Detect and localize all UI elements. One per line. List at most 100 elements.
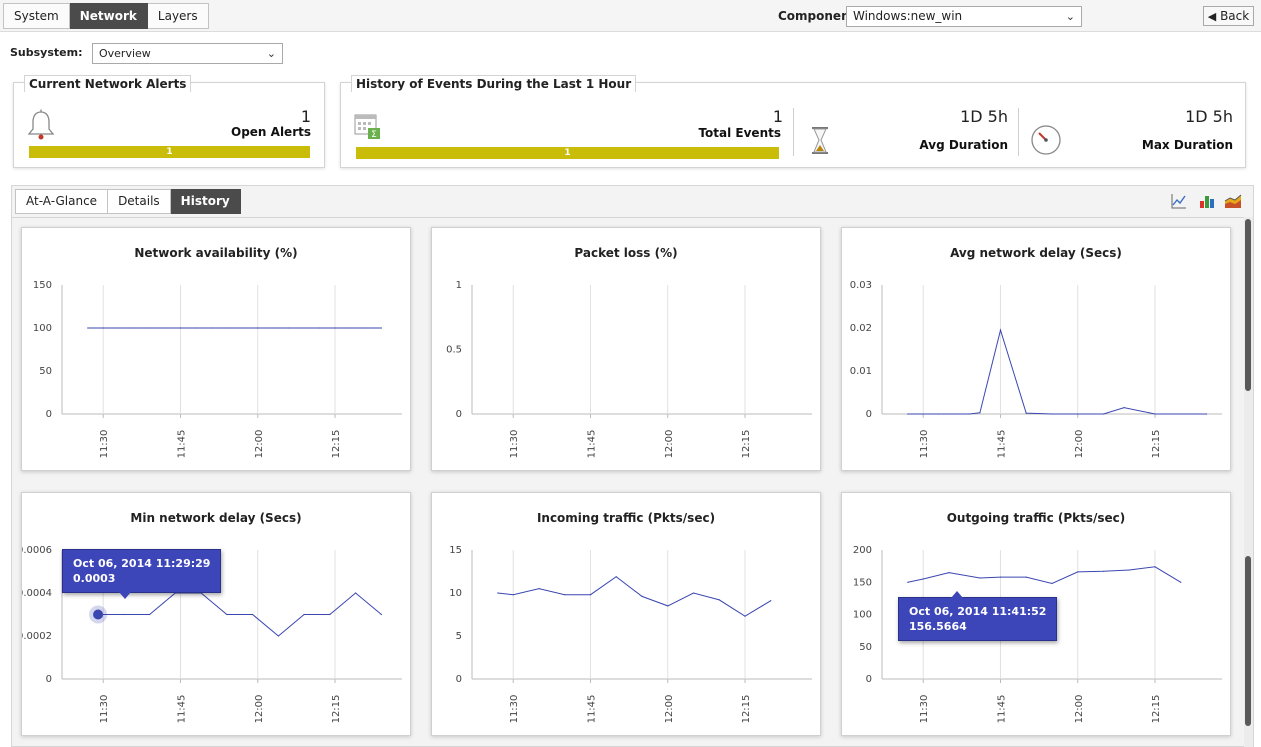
tab-network[interactable]: Network [69,3,148,29]
data-point [355,592,357,594]
data-point [380,327,382,329]
data-point [969,413,971,415]
data-point [718,599,720,601]
data-point [1205,413,1208,415]
data-point [1051,582,1053,585]
y-tick-label: 100 [33,323,52,334]
data-point [149,327,151,329]
y-tick-label: 100 [853,610,872,621]
chevron-down-icon: ⌄ [1065,10,1075,23]
max-duration-label: Max Duration [1141,138,1233,152]
data-point [226,327,228,329]
back-button[interactable]: ◀ Back [1203,6,1254,26]
data-point [102,327,104,329]
subsystem-label: Subsystem: [10,46,83,59]
line-chart-icon[interactable] [1170,192,1188,210]
scrollbar-thumb[interactable] [1245,219,1251,391]
chart-min-network-delay: 11:30 11:45 12:00 12:15 0.0006 0.0004 0.0002 0 [22,545,402,724]
chart-avg-network-delay: 11:30 11:45 12:00 12:15 0.03 0.02 0.01 0 [850,280,1222,458]
chart-packet-loss: 11:30 11:45 12:00 12:15 1 0.5 0 [446,280,812,459]
data-point [288,327,290,329]
x-tick-label: 11:45 [586,430,597,459]
total-events-count: 1 [772,107,783,126]
data-point [365,327,367,329]
y-tick-label: 0 [866,674,872,685]
data-point [277,635,279,637]
total-events-bar[interactable]: 1 [356,147,779,159]
data-point [615,576,617,578]
y-tick-label: 1 [456,280,462,291]
tab-layers[interactable]: Layers [147,3,209,29]
data-point [999,329,1002,331]
x-tick-label: 11:45 [176,695,187,724]
y-tick-label: 0 [456,674,462,685]
data-point [334,327,336,329]
chart-tooltip: Oct 06, 2014 11:29:29 0.0003 [62,549,222,599]
x-tick-label: 12:00 [664,695,675,724]
tab-at-a-glance[interactable]: At-A-Glance [15,189,109,214]
data-point [380,613,382,616]
data-point [1123,407,1125,409]
tab-details[interactable]: Details [108,189,171,214]
y-tick-label: 5 [456,631,462,642]
data-point [1077,571,1079,573]
subsystem-select[interactable]: Overview ⌄ [92,43,283,64]
y-tick-label: 0 [866,409,872,420]
data-point [164,327,166,329]
data-point [1180,581,1182,583]
x-tick-label: 11:30 [919,695,930,724]
series-line [907,566,1182,585]
panel-tabs: At-A-Glance Details History [15,189,241,214]
max-duration-value: 1D 5h [1185,107,1233,126]
area-chart-icon[interactable] [1224,192,1242,210]
data-point [303,327,305,329]
x-tick-label: 12:15 [741,695,752,724]
x-tick-label: 12:15 [1151,695,1162,724]
data-point [564,594,566,596]
chart-card-min-network-delay: Min network delay (Secs) 11:30 11:45 12:00… [21,492,411,736]
data-point [979,577,981,579]
svg-text:Σ: Σ [371,130,377,140]
data-point [1102,413,1105,415]
data-point [770,600,772,602]
y-tick-label: 0.0002 [22,631,52,642]
tab-history[interactable]: History [170,189,241,214]
chart-card-outgoing-traffic: Outgoing traffic (Pkts/sec) 11:30 11:45 12… [841,492,1231,736]
scrollbar-thumb-lower[interactable] [1245,556,1251,726]
history-events-box: History of Events During the Last 1 Hour… [340,75,1246,168]
open-alerts-bar[interactable]: 1 [29,146,310,158]
data-point [241,327,243,329]
x-tick-label: 11:45 [176,430,187,459]
data-point [272,327,274,329]
y-tick-label: 50 [859,642,872,653]
tooltip-line-2: 156.5664 [909,620,967,633]
y-tick-label: 0.03 [850,280,872,291]
back-arrow-icon: ◀ [1207,10,1217,23]
bar-chart-icon[interactable] [1198,192,1216,210]
x-tick-label: 11:30 [509,430,520,459]
component-select[interactable]: Windows:new_win ⌄ [846,6,1082,27]
data-point [948,572,950,574]
tooltip-line-1: Oct 06, 2014 11:41:52 [909,605,1047,618]
data-point [1077,413,1079,415]
tab-system[interactable]: System [3,3,70,29]
data-point [179,327,182,329]
y-tick-label: 0 [46,409,52,420]
series-line [497,576,772,617]
total-events-label[interactable]: Total Events [661,126,781,140]
y-tick-label: 150 [853,577,872,588]
x-tick-label: 12:00 [254,695,265,724]
x-tick-label: 12:15 [741,430,752,459]
chevron-down-icon: ⌄ [266,47,276,60]
component-value: Windows:new_win [853,9,963,23]
data-point [303,613,305,616]
tab-divider [12,217,1253,218]
data-point [922,578,924,580]
data-point [1154,413,1156,415]
chart-card-packet-loss: Packet loss (%) 11:30 11:45 12:00 12:15 1 0.5… [431,227,821,471]
data-point [538,588,540,590]
open-alerts-label[interactable]: Open Alerts [231,125,311,139]
data-point [210,327,212,329]
data-point [999,576,1002,578]
x-tick-label: 12:15 [331,695,342,724]
